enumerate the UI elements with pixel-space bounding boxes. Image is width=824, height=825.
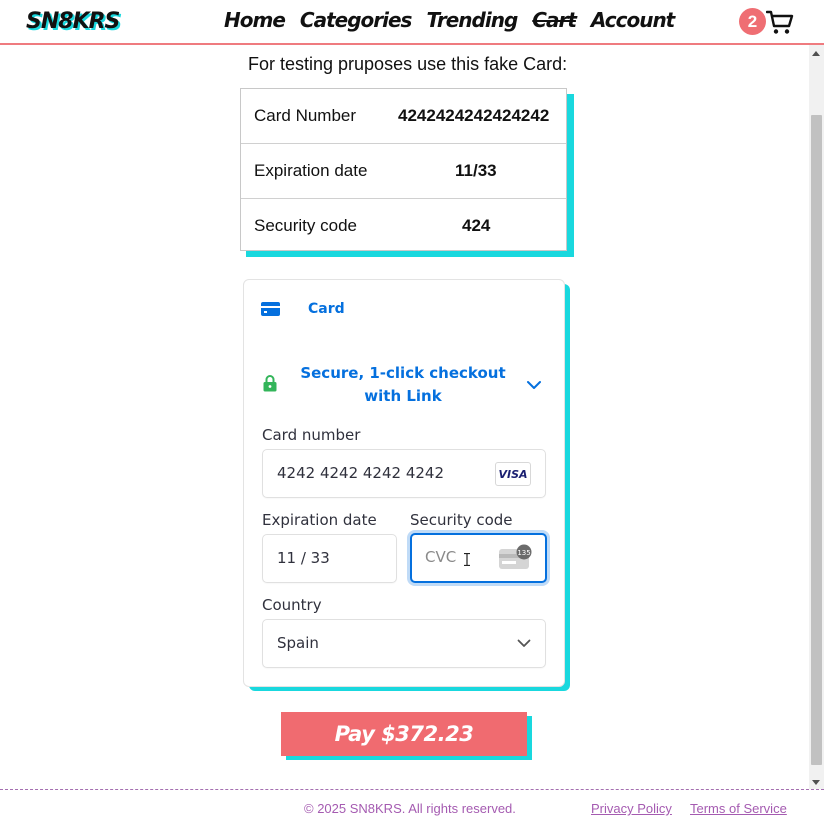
card-number-input[interactable]: 4242 4242 4242 4242 VISA (262, 449, 546, 498)
nav-trending[interactable]: Trending (426, 8, 518, 32)
expiration-date-value: 11/33 (455, 161, 497, 180)
cvc-icon-number: 135 (517, 549, 530, 557)
site-footer: © 2025 SN8KRS. All rights reserved. Priv… (0, 789, 824, 825)
card-tab-label[interactable]: Card (308, 301, 345, 317)
security-code-field-label: Security code (410, 511, 513, 529)
chevron-down-icon (517, 639, 531, 647)
card-number-value: 4242424242424242 (398, 106, 550, 125)
chevron-down-icon[interactable] (526, 379, 542, 391)
lock-icon (263, 375, 277, 392)
text-cursor-icon (464, 553, 470, 566)
scroll-up-arrow-icon[interactable] (812, 51, 820, 56)
cart-count-badge: 2 (739, 8, 766, 35)
cvc-card-icon: 135 (499, 544, 532, 569)
expiration-input-value: 11 / 33 (277, 549, 330, 567)
security-code-input[interactable]: CVC 135 (410, 533, 547, 583)
test-card-table: Card Number 4242424242424242 Expiration … (240, 88, 574, 257)
table-row: Security code 424 (241, 199, 566, 253)
test-card-box: Card Number 4242424242424242 Expiration … (240, 88, 567, 251)
country-field-label: Country (262, 596, 322, 614)
scroll-down-arrow-icon[interactable] (812, 780, 820, 785)
shopping-cart-icon[interactable] (766, 8, 794, 36)
copyright-text: © 2025 SN8KRS. All rights reserved. (304, 801, 516, 816)
cvc-placeholder: CVC (425, 548, 457, 566)
nav-account[interactable]: Account (591, 8, 675, 32)
table-row: Expiration date 11/33 (241, 144, 566, 199)
privacy-policy-link[interactable]: Privacy Policy (591, 801, 672, 816)
site-logo[interactable]: SN8KRS (26, 9, 120, 34)
card-number-input-value: 4242 4242 4242 4242 (277, 464, 444, 482)
link-checkout-text[interactable]: Secure, 1-click checkout with Link (286, 362, 520, 408)
test-card-title: For testing pruposes use this fake Card: (248, 54, 568, 74)
country-select-value: Spain (277, 634, 319, 652)
expiration-field-label: Expiration date (262, 511, 377, 529)
page-scrollbar[interactable] (809, 45, 824, 789)
main-nav: Home Categories Trending Cart Account (224, 8, 675, 32)
expiration-date-label: Expiration date (254, 161, 368, 180)
terms-of-service-link[interactable]: Terms of Service (690, 801, 787, 816)
security-code-value: 424 (462, 216, 491, 235)
nav-home[interactable]: Home (224, 8, 286, 32)
country-select[interactable]: Spain (262, 619, 546, 668)
table-row: Card Number 4242424242424242 (241, 89, 566, 144)
expiration-date-input[interactable]: 11 / 33 (262, 534, 397, 583)
card-number-label: Card Number (254, 106, 357, 125)
visa-icon: VISA (495, 462, 531, 486)
scroll-thumb[interactable] (811, 115, 822, 765)
site-header: SN8KRS Home Categories Trending Cart Acc… (0, 0, 824, 45)
nav-categories[interactable]: Categories (300, 8, 413, 32)
card-number-field-label: Card number (262, 426, 361, 444)
pay-button[interactable]: Pay $372.23 (281, 712, 527, 756)
credit-card-icon[interactable] (261, 302, 280, 316)
security-code-label: Security code (254, 216, 357, 235)
nav-cart[interactable]: Cart (532, 8, 577, 32)
